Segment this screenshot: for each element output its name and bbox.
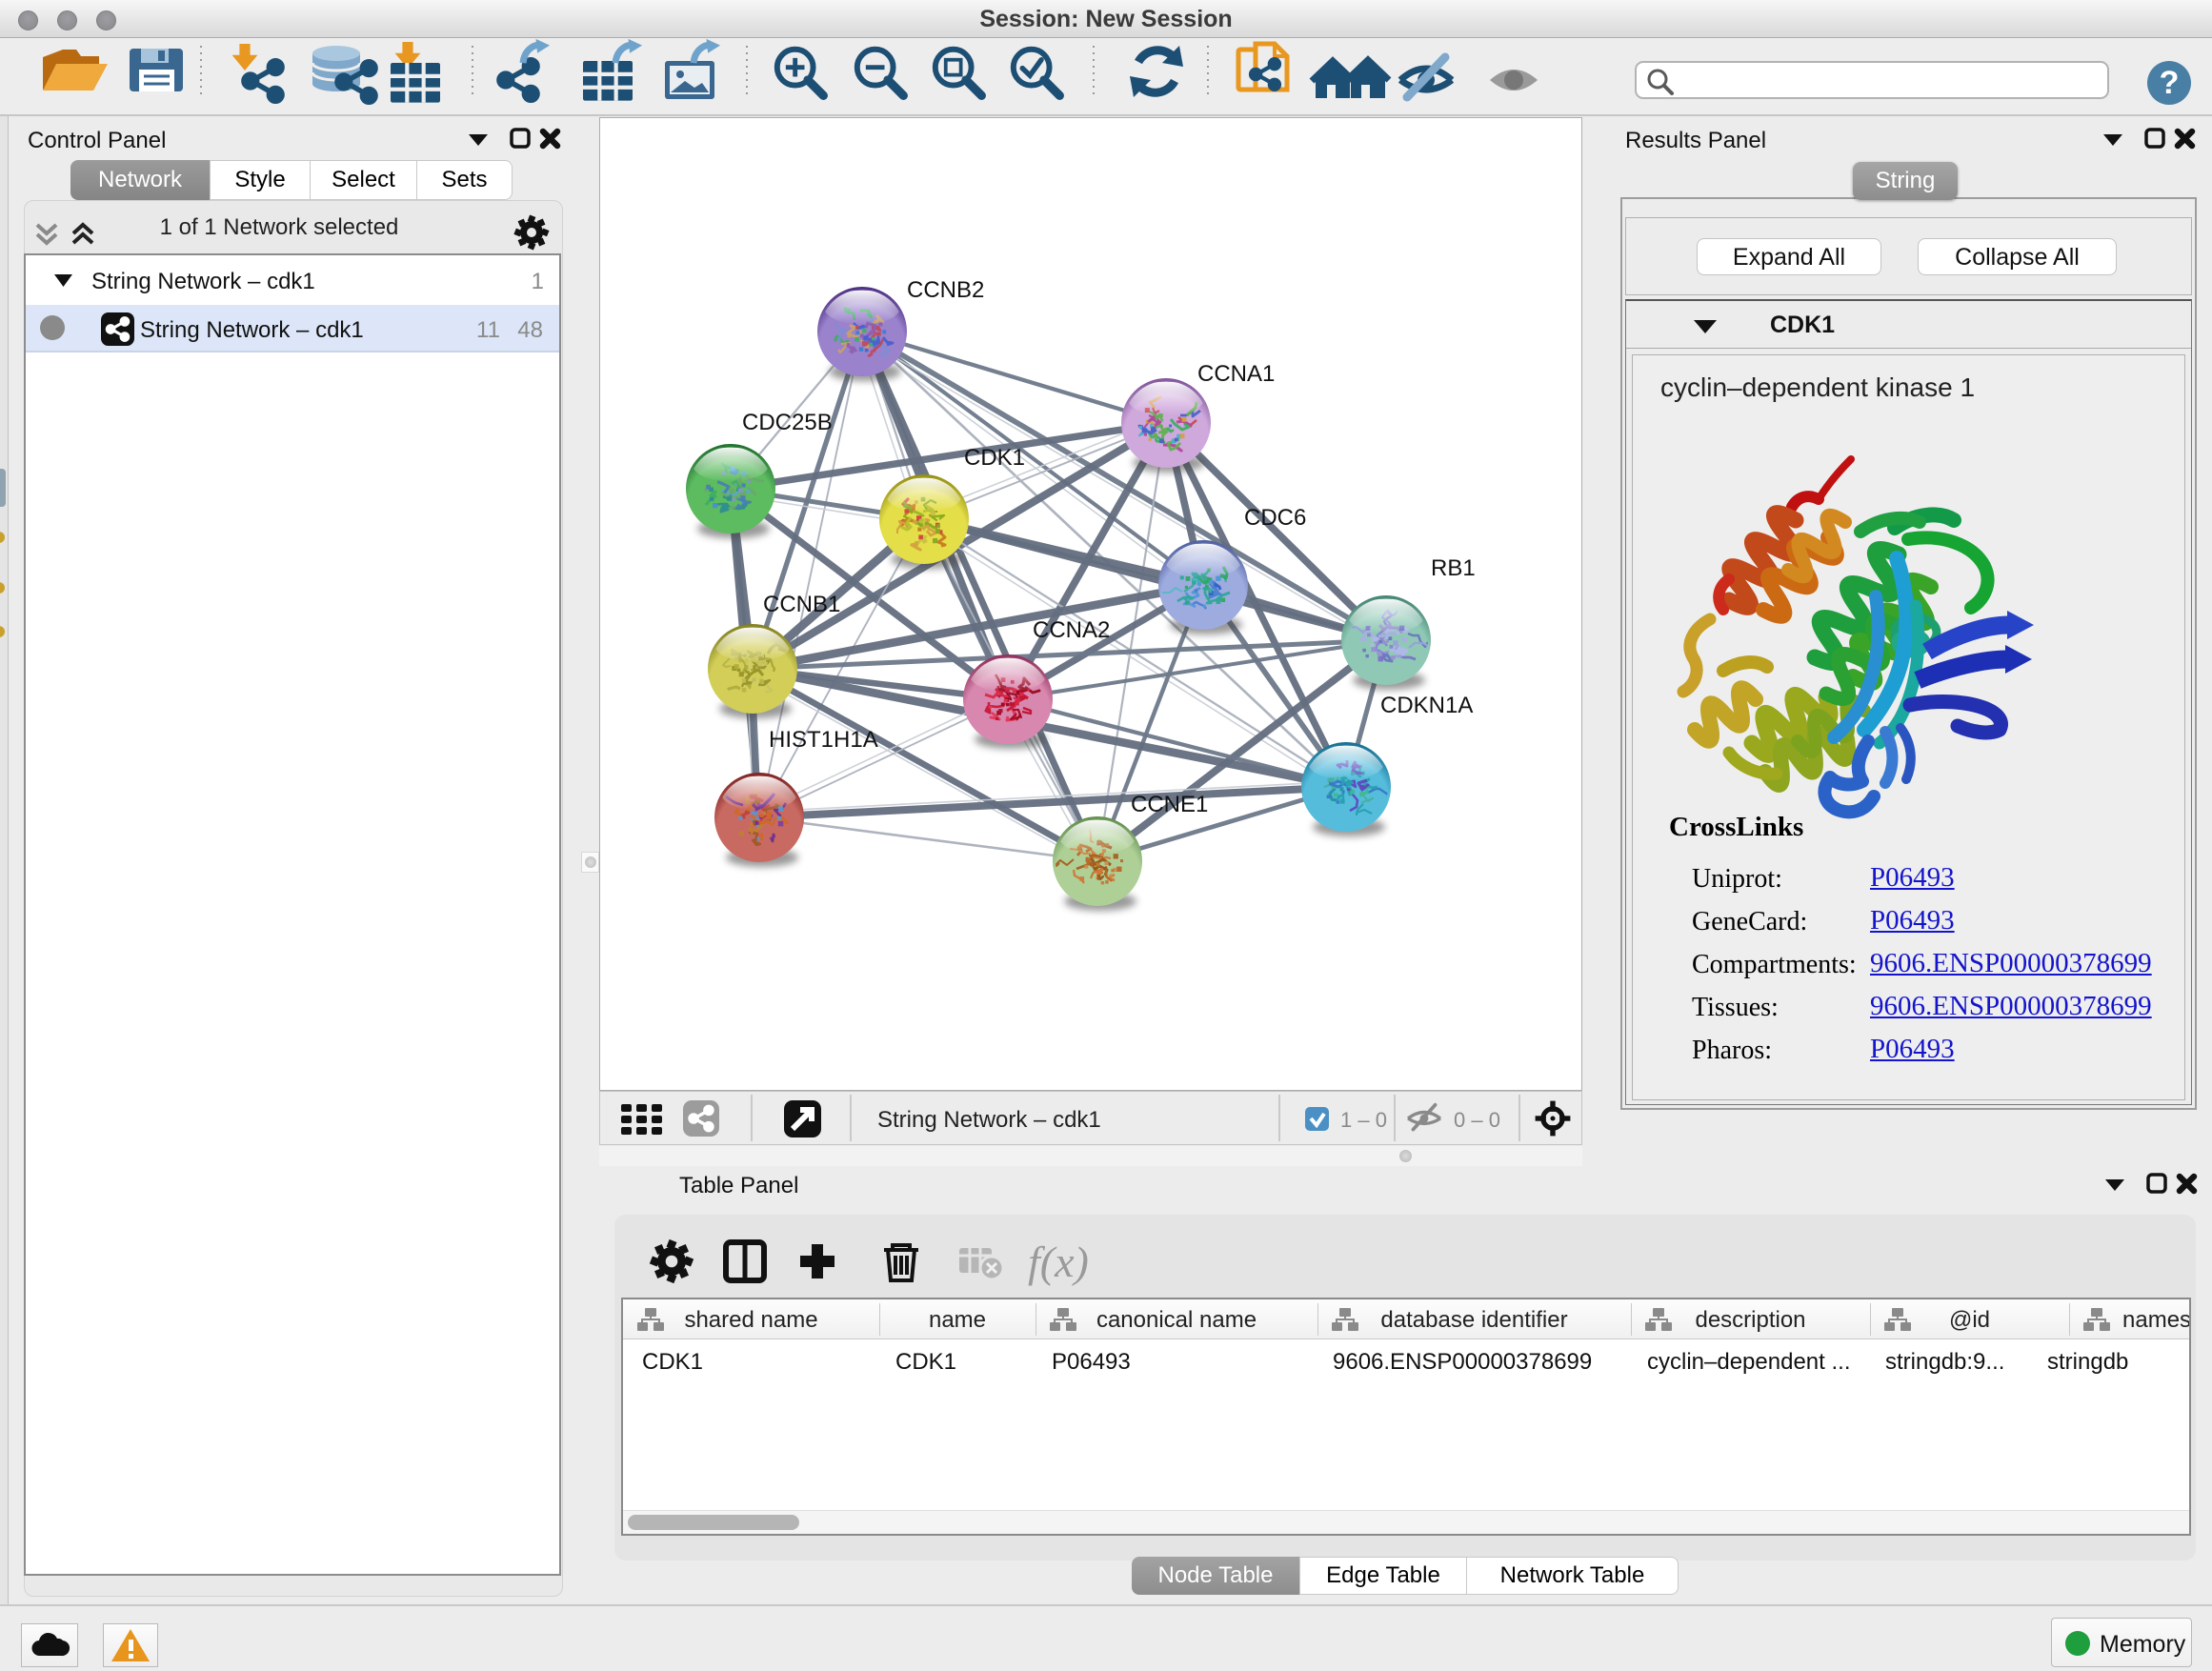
svg-text:CCNB1: CCNB1 [763, 592, 840, 617]
svg-text:CCNE1: CCNE1 [1131, 792, 1208, 817]
svg-text:CCNA1: CCNA1 [1197, 361, 1275, 387]
svg-text:f(x): f(x) [1028, 1238, 1089, 1286]
svg-text:CDKN1A: CDKN1A [1380, 693, 1473, 718]
svg-text:CCNB2: CCNB2 [907, 277, 984, 303]
svg-text:CDC25B: CDC25B [742, 410, 833, 435]
svg-text:RB1: RB1 [1431, 555, 1476, 581]
svg-text:CCNA2: CCNA2 [1033, 617, 1110, 643]
svg-text:HIST1H1A: HIST1H1A [769, 727, 878, 753]
svg-text:CDK1: CDK1 [964, 445, 1025, 471]
svg-text:CDC6: CDC6 [1244, 505, 1306, 531]
